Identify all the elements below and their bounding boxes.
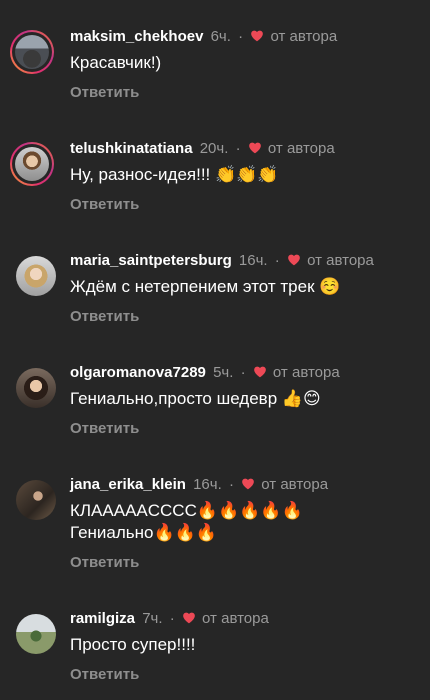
heart-icon xyxy=(288,254,300,266)
comment-time: 16ч. xyxy=(238,252,268,269)
separator-dot: · xyxy=(228,476,234,493)
reply-button[interactable]: Ответить xyxy=(70,420,139,437)
liked-by-author-label: от автора xyxy=(267,140,335,157)
heart-icon xyxy=(251,30,264,42)
heart-icon xyxy=(253,366,266,378)
reply-button[interactable]: Ответить xyxy=(70,308,139,325)
avatar[interactable] xyxy=(16,480,56,520)
liked-by-author-label: от автора xyxy=(202,610,269,627)
comment-text: Красавчик!) xyxy=(70,53,162,72)
avatar[interactable] xyxy=(10,30,54,74)
comment-text: Просто супер!!!! xyxy=(70,635,196,654)
comment-time: 16ч. xyxy=(193,476,222,493)
comment-time: 7ч. xyxy=(142,610,163,627)
reply-button[interactable]: Ответить xyxy=(70,84,139,101)
avatar[interactable] xyxy=(16,256,56,296)
comment-text: Ждём с нетерпением этот трек ☺️ xyxy=(70,277,341,296)
liked-by-author-label: от автора xyxy=(272,364,340,381)
reply-button[interactable]: Ответить xyxy=(70,196,139,213)
liked-by-author-label: от автора xyxy=(270,28,338,45)
avatar[interactable] xyxy=(10,142,54,186)
comment-time: 20ч. xyxy=(199,140,229,157)
username[interactable]: telushkinatatiana xyxy=(70,140,193,157)
separator-dot: · xyxy=(169,610,175,627)
reply-button[interactable]: Ответить xyxy=(70,666,139,683)
separator-dot: · xyxy=(238,28,244,45)
reply-button[interactable]: Ответить xyxy=(70,554,139,571)
heart-icon xyxy=(242,478,254,490)
separator-dot: · xyxy=(240,364,246,381)
comment-text: КЛААААACCCC🔥🔥🔥🔥🔥 Гениально🔥🔥🔥 xyxy=(70,501,303,542)
comment-time: 5ч. xyxy=(213,364,234,381)
heart-icon xyxy=(248,142,261,154)
username[interactable]: olgaromanova7289 xyxy=(70,364,206,381)
separator-dot: · xyxy=(235,140,241,157)
comment-text: Гениально,просто шедевр 👍😊 xyxy=(70,389,321,408)
liked-by-author-label: от автора xyxy=(307,252,374,269)
username[interactable]: maksim_chekhoev xyxy=(70,28,203,45)
username[interactable]: ramilgiza xyxy=(70,610,135,627)
avatar[interactable] xyxy=(16,368,56,408)
liked-by-author-label: от автора xyxy=(261,476,329,493)
avatar[interactable] xyxy=(16,614,56,654)
username[interactable]: maria_saintpetersburg xyxy=(70,252,232,269)
separator-dot: · xyxy=(274,252,280,269)
comment-text: Ну, разнос-идея!!! 👏👏👏 xyxy=(70,165,279,184)
username[interactable]: jana_erika_klein xyxy=(70,476,186,493)
heart-icon xyxy=(183,612,195,624)
comment-time: 6ч. xyxy=(210,28,231,45)
